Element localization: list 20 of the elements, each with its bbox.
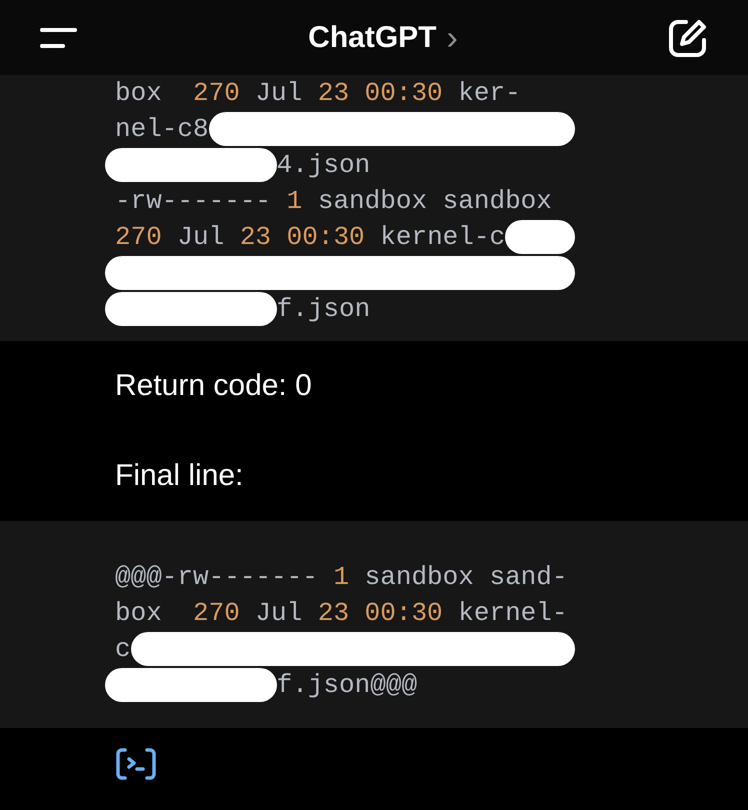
chevron-icon[interactable]: › — [446, 20, 458, 54]
code-text: 4.json — [276, 149, 370, 182]
chat-title[interactable]: ChatGPT — [308, 20, 436, 54]
output-text: Final line: — [115, 459, 244, 493]
code-text: box 270 Jul 23 00:30 ker- — [115, 77, 521, 110]
menu-icon — [40, 26, 78, 48]
code-text: -rw------- 1 sandbox sandbox — [115, 185, 552, 218]
code-text: 270 Jul 23 00:30 kernel-c — [115, 221, 506, 254]
redaction-mark — [505, 220, 576, 254]
terminal-icon[interactable] — [116, 748, 156, 780]
code-text: f.json@@@ — [276, 669, 418, 702]
code-text: c — [115, 633, 131, 666]
menu-button[interactable] — [40, 26, 78, 48]
new-chat-button[interactable] — [668, 18, 708, 58]
output-text: Return code: 0 — [115, 369, 312, 403]
code-text: @@@-rw------- 1 sandbox sand- — [115, 561, 568, 594]
edit-icon — [668, 18, 708, 58]
code-text: box 270 Jul 23 00:30 kernel- — [115, 597, 568, 630]
code-text: f.json — [276, 293, 370, 326]
code-text: nel-c8 — [115, 113, 209, 146]
